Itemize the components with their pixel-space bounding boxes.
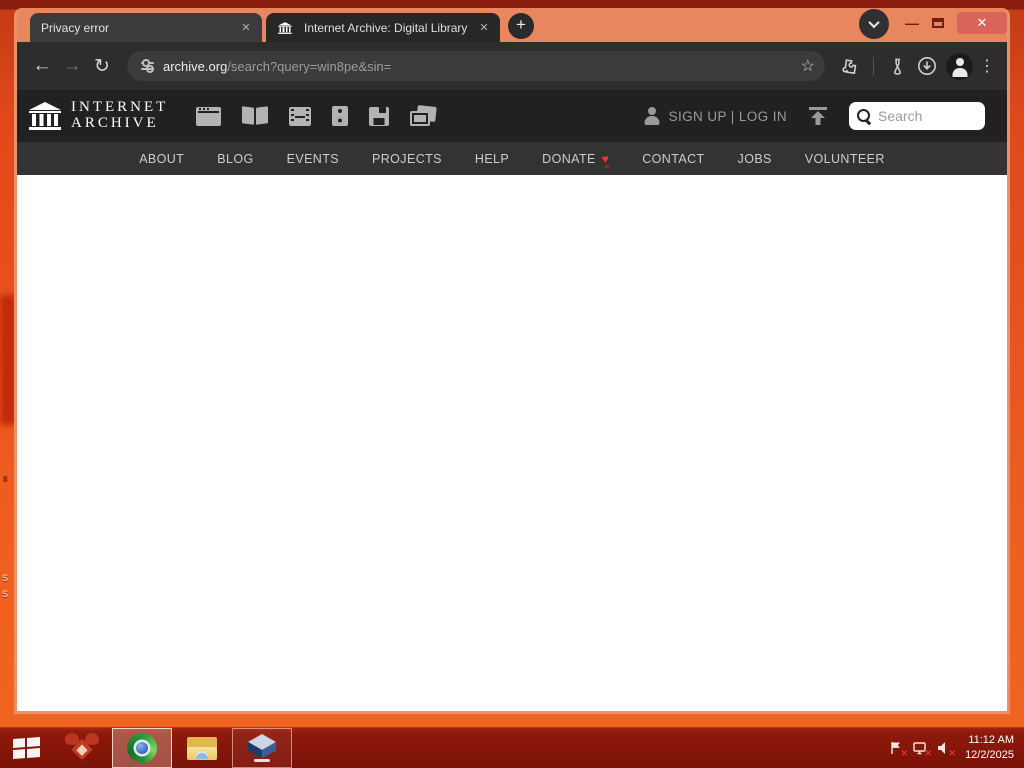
tab-close-icon[interactable]: ✕ (238, 20, 254, 36)
extensions-icon[interactable] (835, 51, 865, 81)
nav-projects[interactable]: PROJECTS (372, 152, 442, 166)
tab-title: Internet Archive: Digital Library (304, 20, 468, 35)
taskbar-clock[interactable]: 11:12 AM 12/2/2025 (965, 733, 1014, 763)
browser-titlebar: Privacy error ✕ Internet Archive: Digita… (17, 8, 1007, 42)
toolbar-divider (873, 57, 874, 75)
maximize-icon (932, 18, 944, 28)
web-icon[interactable] (196, 106, 222, 126)
action-center-flag-icon[interactable]: ✕ (888, 740, 908, 758)
internet-archive-wordmark[interactable]: INTERNET ARCHIVE (71, 99, 169, 132)
nav-jobs[interactable]: JOBS (738, 152, 772, 166)
internet-archive-navbar: ABOUT BLOG EVENTS PROJECTS HELP DONATE ♥ … (17, 142, 1007, 175)
user-icon (643, 107, 661, 125)
error-badge: ✕ (900, 747, 909, 758)
internet-archive-favicon (278, 21, 292, 34)
upload-icon[interactable] (807, 106, 829, 126)
red-app-icon (64, 733, 100, 763)
forward-button[interactable]: → (57, 51, 87, 81)
taskbar-spacer (292, 728, 888, 768)
heart-icon: ♥ (601, 151, 610, 168)
tab-title: Privacy error (41, 20, 110, 35)
labs-flask-icon[interactable] (882, 51, 912, 81)
nav-volunteer[interactable]: VOLUNTEER (805, 152, 885, 166)
url-host: archive.org (163, 58, 228, 74)
browser-window: Privacy error ✕ Internet Archive: Digita… (14, 8, 1010, 714)
tab-close-icon[interactable]: ✕ (476, 20, 492, 36)
tab-search-button[interactable] (859, 9, 889, 39)
tab-internet-archive[interactable]: Internet Archive: Digital Library ✕ (266, 13, 500, 42)
desktop-icon-label-fragment: S (2, 589, 9, 599)
nav-contact[interactable]: CONTACT (642, 152, 704, 166)
software-icon[interactable] (369, 106, 390, 126)
clock-time: 11:12 AM (968, 734, 1014, 747)
profile-avatar[interactable] (946, 52, 973, 80)
system-tray: ✕ ✕ ✕ (888, 728, 956, 768)
window-controls: — ✕ (899, 12, 1007, 34)
chevron-down-icon (868, 16, 880, 29)
taskbar-virtualbox-button[interactable] (232, 728, 292, 768)
folder-icon (187, 736, 217, 760)
internet-archive-header: INTERNET ARCHIVE SIGN UP | LOG IN (17, 90, 1007, 142)
url-path: /search?query=win8pe&sin= (227, 58, 392, 74)
minimize-button[interactable]: — (899, 15, 925, 31)
search-icon (857, 108, 872, 124)
nav-donate[interactable]: DONATE ♥ (542, 151, 610, 168)
start-button[interactable] (0, 728, 52, 768)
audio-icon[interactable] (332, 106, 349, 126)
mute-badge: ✕ (948, 747, 957, 758)
video-icon[interactable] (289, 106, 312, 126)
bookmark-star-icon[interactable]: ☆ (801, 56, 815, 76)
windows-logo-icon (12, 737, 40, 759)
nav-events[interactable]: EVENTS (287, 152, 339, 166)
logo-line-2: ARCHIVE (71, 115, 159, 131)
back-button[interactable]: ← (27, 51, 57, 81)
site-settings-icon[interactable] (141, 60, 155, 72)
taskbar-app-red[interactable] (52, 728, 112, 768)
nav-about[interactable]: ABOUT (139, 152, 184, 166)
maximize-button[interactable] (925, 18, 951, 28)
signup-login-link[interactable]: SIGN UP | LOG IN (669, 109, 787, 124)
downloads-icon[interactable] (912, 51, 942, 81)
logo-line-1: INTERNET (71, 99, 169, 116)
taskbar-browser-button[interactable] (112, 728, 172, 768)
internet-archive-logo-icon[interactable] (29, 102, 61, 130)
taskbar-file-explorer-button[interactable] (172, 728, 232, 768)
desktop-icon-label-fragment: S (2, 573, 9, 583)
page-content-empty (17, 175, 1007, 711)
close-button[interactable]: ✕ (957, 12, 1007, 34)
nav-donate-label: DONATE (542, 151, 596, 166)
search-input[interactable] (878, 108, 977, 124)
volume-muted-icon[interactable]: ✕ (936, 740, 956, 758)
site-search-box[interactable] (849, 102, 985, 130)
nav-help[interactable]: HELP (475, 152, 509, 166)
media-type-icons (196, 106, 436, 126)
desktop-icon-label-fragment: s (3, 473, 8, 483)
virtualbox-cube-icon (247, 734, 277, 762)
new-tab-button[interactable]: + (508, 13, 534, 39)
browser-menu-icon[interactable]: ⋮ (977, 56, 997, 76)
tab-privacy-error[interactable]: Privacy error ✕ (30, 13, 262, 42)
url-text[interactable]: archive.org/search?query=win8pe&sin= (163, 59, 793, 74)
texts-icon[interactable] (242, 107, 268, 125)
clock-date: 12/2/2025 (965, 749, 1014, 761)
address-bar[interactable]: archive.org/search?query=win8pe&sin= ☆ (127, 51, 825, 81)
browser-app-icon (127, 733, 157, 763)
network-status-icon[interactable]: ✕ (912, 740, 932, 758)
reload-button[interactable]: ↻ (87, 51, 117, 81)
browser-toolbar: ← → ↻ archive.org/search?query=win8pe&si… (17, 42, 1007, 90)
taskbar: ✕ ✕ ✕ 11:12 AM 12/2/2025 (0, 727, 1024, 768)
error-badge: ✕ (924, 747, 933, 758)
nav-blog[interactable]: BLOG (217, 152, 253, 166)
images-icon[interactable] (410, 106, 436, 126)
